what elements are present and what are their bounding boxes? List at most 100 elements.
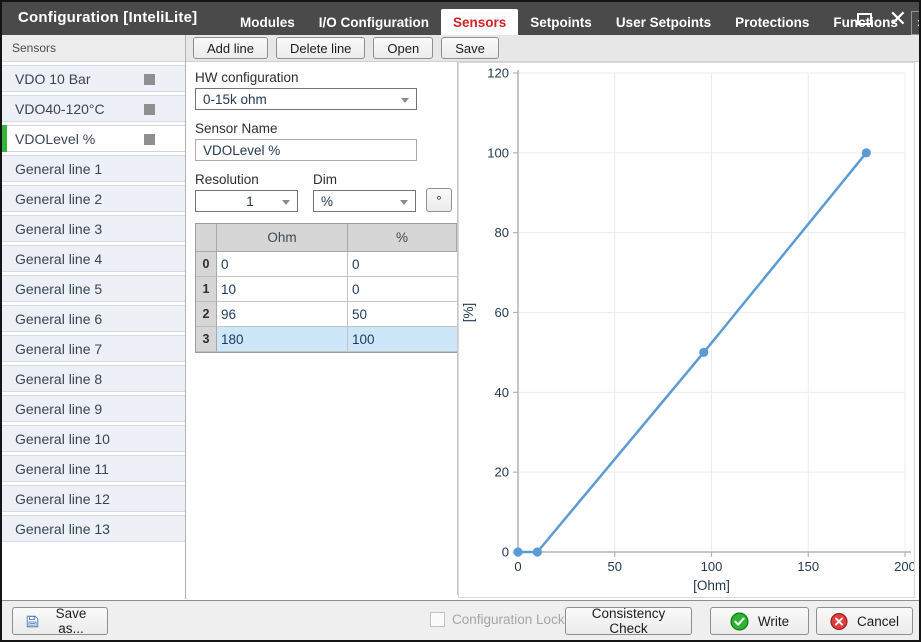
cancel-button[interactable]: Cancel: [816, 607, 913, 635]
chevron-down-icon: [400, 200, 408, 205]
sensor-form-panel: HW configuration 0-15k ohm Sensor Name V…: [186, 62, 458, 595]
x-tick-label: 200: [894, 559, 914, 574]
write-label: Write: [758, 614, 789, 629]
x-tick-label: 50: [608, 559, 622, 574]
y-axis-label: [%]: [461, 303, 476, 323]
consistency-check-label: Consistency Check: [579, 606, 678, 636]
chart-panel: 020406080100120050100150200[Ohm][%]: [458, 62, 915, 598]
sidebar-item[interactable]: General line 13: [2, 515, 185, 542]
maximize-icon[interactable]: [857, 13, 872, 25]
consistency-check-button[interactable]: Consistency Check: [565, 607, 692, 635]
table-cell-pct[interactable]: 0: [348, 277, 457, 302]
sidebar-item[interactable]: General line 6: [2, 305, 185, 332]
sidebar-item[interactable]: General line 9: [2, 395, 185, 422]
table-cell-ohm[interactable]: 180: [217, 327, 348, 352]
save-as-label: Save as...: [48, 606, 94, 636]
save-button[interactable]: Save: [441, 37, 499, 59]
x-tick-label: 100: [701, 559, 723, 574]
tab-setpoints[interactable]: Setpoints: [518, 9, 604, 36]
sidebar-item-label: General line 8: [15, 371, 102, 387]
y-tick-label: 120: [487, 66, 509, 81]
sidebar-item-label: VDO40-120°C: [15, 101, 105, 117]
degree-button[interactable]: °: [426, 188, 452, 212]
sidebar-item[interactable]: General line 5: [2, 275, 185, 302]
sidebar-item-label: General line 9: [15, 401, 102, 417]
sidebar-item[interactable]: General line 11: [2, 455, 185, 482]
sidebar-item[interactable]: General line 8: [2, 365, 185, 392]
tab-i-o-configuration[interactable]: I/O Configuration: [307, 9, 441, 36]
resolution-label: Resolution: [195, 172, 298, 187]
y-tick-label: 80: [495, 225, 509, 240]
row-index-cell[interactable]: 0: [196, 252, 217, 277]
chevron-down-icon: [282, 200, 290, 205]
tab-protections[interactable]: Protections: [723, 9, 821, 36]
table-cell-ohm[interactable]: 10: [217, 277, 348, 302]
x-tick-label: 0: [514, 559, 521, 574]
tab-overflow-button[interactable]: >: [911, 11, 921, 35]
sensor-curve-chart: 020406080100120050100150200[Ohm][%]: [459, 63, 914, 597]
window-controls: ✕: [857, 6, 907, 32]
toolbar: Add line Delete line Open Save: [186, 35, 919, 62]
delete-line-button[interactable]: Delete line: [276, 37, 365, 59]
chevron-down-icon: [401, 98, 409, 103]
dim-select[interactable]: %: [313, 190, 416, 212]
sidebar-item[interactable]: General line 3: [2, 215, 185, 242]
tab-modules[interactable]: Modules: [228, 9, 307, 36]
sidebar-item[interactable]: General line 7: [2, 335, 185, 362]
cancel-label: Cancel: [857, 614, 899, 629]
configuration-lock-checkbox[interactable]: [430, 612, 445, 627]
row-index-cell[interactable]: 1: [196, 277, 217, 302]
y-tick-label: 40: [495, 385, 509, 400]
tab-sensors[interactable]: Sensors: [441, 9, 518, 36]
sidebar-item[interactable]: General line 2: [2, 185, 185, 212]
open-button[interactable]: Open: [373, 37, 433, 59]
sidebar-item[interactable]: VDOLevel %: [2, 125, 185, 152]
table-cell-pct[interactable]: 50: [348, 302, 457, 327]
write-button[interactable]: Write: [710, 607, 809, 635]
table-cell-pct[interactable]: 0: [348, 252, 457, 277]
sidebar-item[interactable]: VDO40-120°C: [2, 95, 185, 122]
sidebar-item[interactable]: General line 4: [2, 245, 185, 272]
data-point-marker: [862, 148, 871, 157]
add-line-button[interactable]: Add line: [193, 37, 268, 59]
table-cell-ohm[interactable]: 0: [217, 252, 348, 277]
footer-bar: Save as... Configuration Lock Consistenc…: [2, 600, 919, 640]
tab-user-setpoints[interactable]: User Setpoints: [604, 9, 723, 36]
sidebar-item[interactable]: General line 1: [2, 155, 185, 182]
sidebar-item[interactable]: VDO 10 Bar: [2, 65, 185, 92]
sidebar-item-label: General line 6: [15, 311, 102, 327]
resolution-select[interactable]: 1: [195, 190, 298, 212]
hw-configuration-select[interactable]: 0-15k ohm: [195, 88, 417, 110]
dim-label: Dim: [313, 172, 416, 187]
close-icon[interactable]: ✕: [889, 8, 907, 30]
row-index-cell[interactable]: 3: [196, 327, 217, 352]
sidebar-item-label: General line 13: [15, 521, 110, 537]
x-axis-label: [Ohm]: [693, 578, 730, 593]
x-tick-label: 150: [797, 559, 819, 574]
y-tick-label: 0: [502, 545, 509, 560]
calibration-table: Ohm%0001100296503180100: [195, 223, 457, 353]
table-cell-pct[interactable]: 100: [348, 327, 457, 352]
row-index-cell[interactable]: 2: [196, 302, 217, 327]
series-line: [518, 153, 866, 552]
sensor-status-square-icon: [144, 134, 155, 145]
sensor-status-square-icon: [144, 74, 155, 85]
app-window: Configuration [InteliLite] ModulesI/O Co…: [0, 0, 921, 642]
configuration-lock-control: Configuration Lock: [430, 612, 565, 627]
sidebar-item-label: General line 12: [15, 491, 110, 507]
sidebar-item[interactable]: General line 10: [2, 425, 185, 452]
sensor-name-input[interactable]: VDOLevel %: [195, 139, 417, 161]
column-header: Ohm: [217, 224, 348, 252]
floppy-disk-icon: [26, 613, 39, 630]
sidebar-item[interactable]: General line 12: [2, 485, 185, 512]
titlebar: Configuration [InteliLite] ModulesI/O Co…: [2, 2, 919, 36]
sidebar-item-label: General line 4: [15, 251, 102, 267]
table-corner-cell: [196, 224, 217, 252]
data-point-marker: [533, 547, 542, 556]
table-cell-ohm[interactable]: 96: [217, 302, 348, 327]
sidebar-item-label: General line 5: [15, 281, 102, 297]
sidebar-item-label: VDOLevel %: [15, 131, 95, 147]
sidebar-item-label: VDO 10 Bar: [15, 71, 90, 87]
write-check-icon: [730, 612, 749, 631]
save-as-button[interactable]: Save as...: [12, 607, 108, 635]
